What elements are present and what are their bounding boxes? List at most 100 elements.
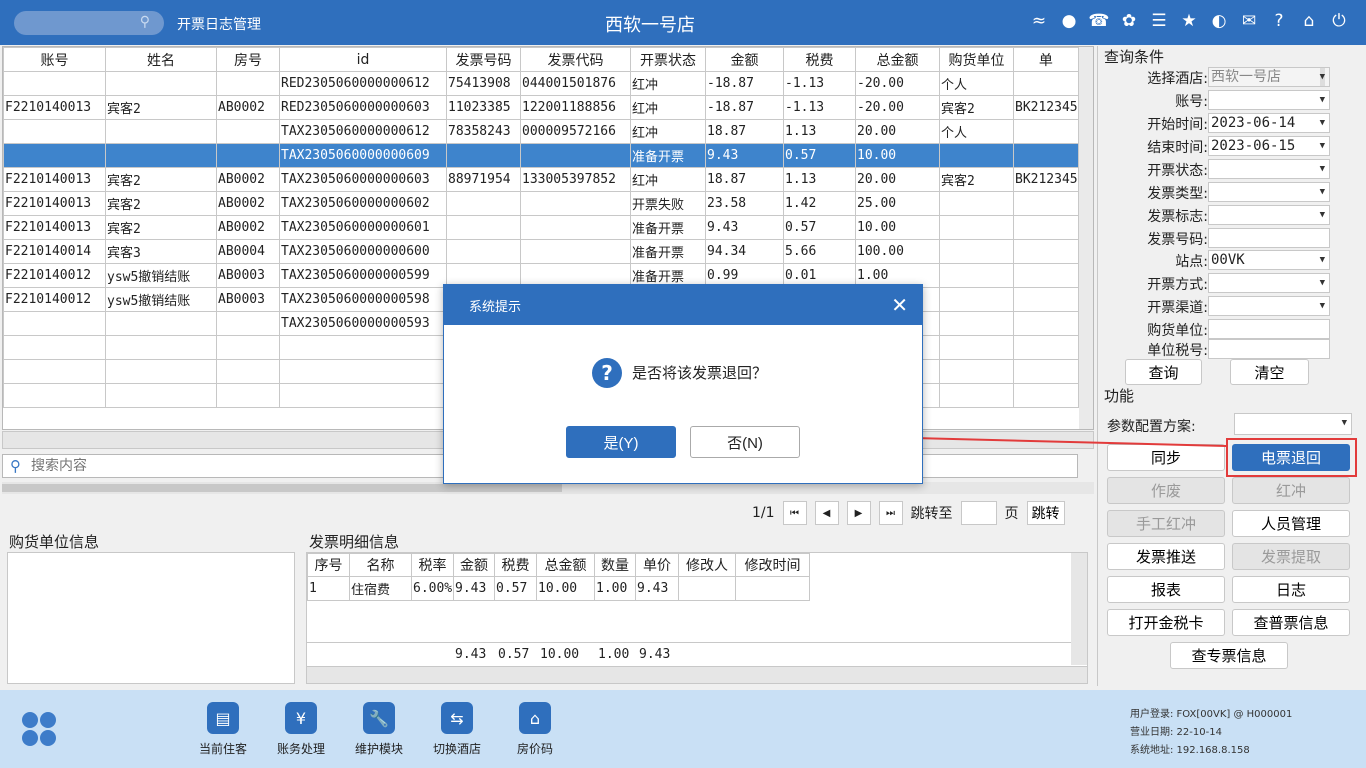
taskbar-rate-code[interactable]: ⌂ 房价码	[505, 702, 565, 757]
table-row[interactable]: RED2305060000000612 75413908 044001501876 红…	[3, 71, 1079, 96]
yes-button[interactable]: 是(Y)	[566, 426, 676, 458]
column-header[interactable]: 税费	[783, 47, 856, 72]
table-cell: 20.00	[855, 167, 940, 192]
column-header[interactable]: 账号	[3, 47, 106, 72]
query-field-label: 选择酒店:	[1147, 71, 1208, 87]
first-page-button[interactable]: ⏮	[782, 501, 807, 525]
menu-icon[interactable]: ☰	[1148, 10, 1170, 32]
taskbar-current-guests[interactable]: ▤ 当前住客	[193, 702, 253, 757]
detail-column-header[interactable]: 数量	[594, 553, 636, 577]
taskbar-accounting[interactable]: ¥ 账务处理	[271, 702, 331, 757]
query-field-input[interactable]: 2023-06-15	[1208, 136, 1330, 156]
detail-column-header[interactable]: 修改人	[678, 553, 736, 577]
clear-button[interactable]: 清空	[1230, 359, 1309, 385]
no-button[interactable]: 否(N)	[690, 426, 800, 458]
detail-column-header[interactable]: 金额	[453, 553, 495, 577]
system-prompt-dialog: 系统提示 ✕ ? 是否将该发票退回？ 是(Y) 否(N)	[443, 284, 923, 484]
table-row[interactable]: TAX2305060000000612 78358243 000009572166 红…	[3, 119, 1079, 144]
dialog-header: 系统提示 ✕	[444, 285, 922, 325]
table-cell: RED2305060000000603	[279, 95, 447, 120]
function-button[interactable]: 发票推送	[1107, 543, 1225, 570]
page-number-input[interactable]	[960, 501, 997, 525]
function-button[interactable]: 同步	[1107, 444, 1225, 471]
theme-icon[interactable]: ◐	[1208, 10, 1230, 32]
column-header[interactable]: id	[279, 47, 447, 72]
phone-icon[interactable]: ☎	[1088, 10, 1110, 32]
function-button[interactable]: 查专票信息	[1170, 642, 1288, 669]
column-header[interactable]: 发票号码	[446, 47, 521, 72]
query-button[interactable]: 查询	[1125, 359, 1202, 385]
mail-icon[interactable]: ✉	[1238, 10, 1260, 32]
function-button[interactable]: 报表	[1107, 576, 1225, 603]
detail-column-header[interactable]: 单价	[635, 553, 679, 577]
top-search-input[interactable]: ⚲	[14, 11, 164, 35]
query-field-input[interactable]: 2023-06-14	[1208, 113, 1330, 133]
column-header[interactable]: 开票状态	[630, 47, 706, 72]
function-button[interactable]: 查普票信息	[1232, 609, 1350, 636]
query-field-input[interactable]: 00VK	[1208, 250, 1330, 270]
prev-page-button[interactable]: ◀	[814, 501, 839, 525]
column-header[interactable]: 姓名	[105, 47, 217, 72]
query-field-input[interactable]	[1208, 205, 1330, 225]
table-row[interactable]: F2210140013 宾客2 AB0002 TAX2305060000000601 准…	[3, 215, 1079, 240]
query-field-input[interactable]	[1208, 159, 1330, 179]
column-header[interactable]: 发票代码	[520, 47, 631, 72]
detail-horizontal-scrollbar[interactable]	[307, 666, 1087, 683]
table-row[interactable]: F2210140013 宾客2 AB0002 TAX2305060000000602 开…	[3, 191, 1079, 216]
query-field-input[interactable]: 西软一号店	[1208, 67, 1330, 87]
function-button[interactable]: 日志	[1232, 576, 1350, 603]
function-button[interactable]: 红冲	[1232, 477, 1350, 504]
column-header[interactable]: 购货单位	[939, 47, 1014, 72]
help-icon[interactable]: ?	[1268, 10, 1290, 32]
last-page-button[interactable]: ⏭	[878, 501, 903, 525]
table-row[interactable]: F2210140014 宾客3 AB0004 TAX2305060000000600 准…	[3, 239, 1079, 264]
star-icon[interactable]: ★	[1178, 10, 1200, 32]
function-button[interactable]: 手工红冲	[1107, 510, 1225, 537]
table-cell: AB0002	[216, 95, 280, 120]
next-page-button[interactable]: ▶	[846, 501, 871, 525]
query-field-input[interactable]	[1208, 182, 1330, 202]
palette-icon[interactable]: ✿	[1118, 10, 1140, 32]
detail-column-header[interactable]: 税费	[494, 553, 537, 577]
column-header[interactable]: 总金额	[855, 47, 940, 72]
jump-button[interactable]: 跳转	[1026, 501, 1065, 525]
close-icon[interactable]: ✕	[891, 293, 908, 317]
query-field-input[interactable]	[1208, 319, 1330, 339]
detail-row[interactable]: 1 住宿费 6.00% 9.43 0.57 10.00 1.00 9.43	[307, 576, 810, 601]
power-icon[interactable]: ⏻	[1328, 10, 1350, 32]
taskbar-switch-hotel[interactable]: ⇆ 切换酒店	[427, 702, 487, 757]
query-field-input[interactable]	[1208, 339, 1330, 359]
column-header[interactable]: 房号	[216, 47, 280, 72]
detail-column-header[interactable]: 修改时间	[735, 553, 810, 577]
query-field-input[interactable]	[1208, 228, 1330, 248]
search-input[interactable]	[31, 457, 431, 475]
wifi-icon[interactable]: ≈	[1028, 10, 1050, 32]
query-field-input[interactable]	[1208, 273, 1330, 293]
function-button[interactable]: 发票提取	[1232, 543, 1350, 570]
detail-vertical-scrollbar[interactable]	[1071, 553, 1087, 665]
function-button[interactable]: 作废	[1107, 477, 1225, 504]
detail-column-header[interactable]: 名称	[349, 553, 412, 577]
detail-column-header[interactable]: 税率	[411, 553, 454, 577]
query-field-label: 账号:	[1175, 94, 1208, 110]
detail-column-header[interactable]: 序号	[307, 553, 350, 577]
bottom-taskbar: ▤ 当前住客 ¥ 账务处理 🔧 维护模块 ⇆ 切换酒店 ⌂ 房价码 用户登录: …	[0, 690, 1366, 768]
table-row[interactable]: F2210140013 宾客2 AB0002 TAX2305060000000603 8…	[3, 167, 1079, 192]
detail-column-header[interactable]: 总金额	[536, 553, 595, 577]
table-cell: ysw5撤销结账	[105, 287, 217, 312]
grid-vertical-scrollbar[interactable]	[1079, 47, 1093, 429]
app-logo-icon[interactable]	[20, 710, 58, 748]
query-field-input[interactable]	[1208, 296, 1330, 316]
home-icon[interactable]: ⌂	[1298, 10, 1320, 32]
function-button[interactable]: 打开金税卡	[1107, 609, 1225, 636]
function-button[interactable]: 人员管理	[1232, 510, 1350, 537]
chat-icon[interactable]: ●	[1058, 10, 1080, 32]
column-header[interactable]: 金额	[705, 47, 784, 72]
table-cell	[105, 143, 217, 168]
table-row[interactable]: TAX2305060000000609 准备开票 9.43 0.57 10.00	[3, 143, 1079, 168]
config-select[interactable]	[1234, 413, 1352, 435]
column-header[interactable]: 单	[1013, 47, 1079, 72]
query-field-input[interactable]	[1208, 90, 1330, 110]
table-row[interactable]: F2210140013 宾客2 AB0002 RED2305060000000603 1…	[3, 95, 1079, 120]
taskbar-maintenance[interactable]: 🔧 维护模块	[349, 702, 409, 757]
